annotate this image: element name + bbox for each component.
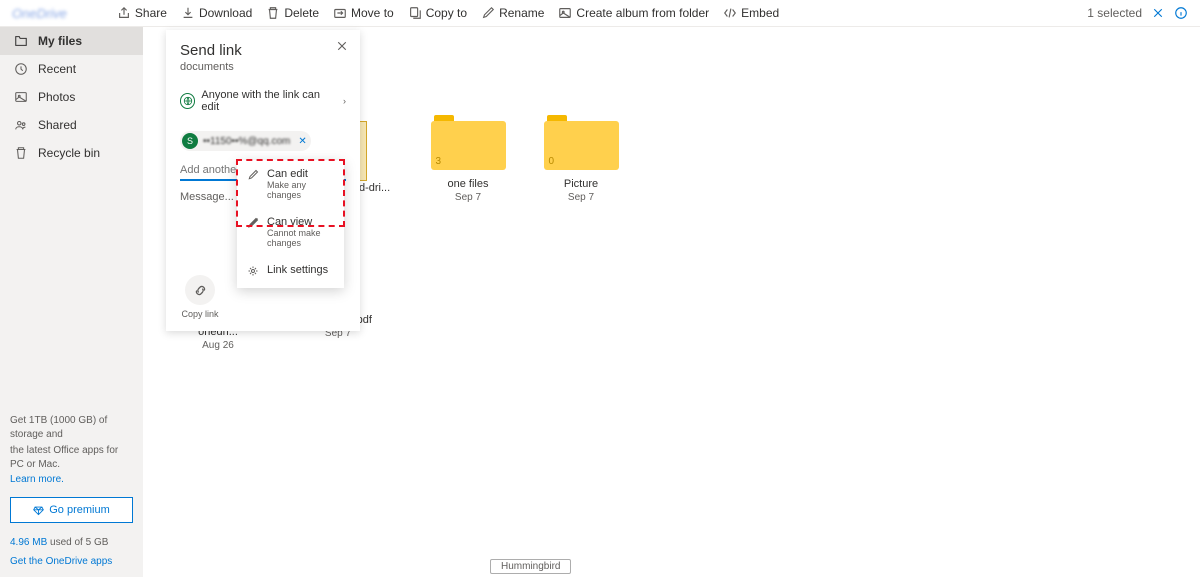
sidebar-item-label: My files bbox=[38, 34, 82, 48]
chevron-right-icon: › bbox=[343, 96, 346, 106]
close-selection-icon[interactable] bbox=[1152, 7, 1164, 19]
copy-icon bbox=[408, 6, 422, 20]
info-icon[interactable] bbox=[1174, 6, 1188, 20]
no-edit-icon bbox=[247, 217, 259, 229]
sidebar-item-myfiles[interactable]: My files bbox=[0, 27, 143, 55]
embed-button[interactable]: Embed bbox=[723, 6, 779, 20]
folder-item-picture[interactable]: 0 Picture Sep 7 bbox=[531, 115, 631, 203]
sidebar-item-label: Recent bbox=[38, 62, 76, 76]
watermark: Hummingbird bbox=[490, 559, 571, 574]
edit-icon bbox=[247, 169, 259, 181]
share-button[interactable]: Share bbox=[117, 6, 167, 20]
file-date: Aug 26 bbox=[168, 340, 268, 351]
permission-can-edit[interactable]: Can edit Make any changes bbox=[237, 160, 344, 208]
go-premium-button[interactable]: Go premium bbox=[10, 497, 133, 523]
globe-icon bbox=[180, 93, 195, 109]
link-scope-button[interactable]: Anyone with the link can edit › bbox=[180, 89, 346, 113]
remove-recipient-button[interactable]: ✕ bbox=[298, 136, 306, 147]
sidebar-item-label: Shared bbox=[38, 118, 77, 132]
sidebar: My files Recent Photos Shared Recycle bi… bbox=[0, 27, 143, 577]
copyto-button[interactable]: Copy to bbox=[408, 6, 467, 20]
learn-more-link[interactable]: Learn more. bbox=[10, 474, 133, 485]
toolbar-actions: Share Download Delete Move to Copy to Re… bbox=[117, 6, 779, 20]
edit-icon bbox=[481, 6, 495, 20]
file-name: one files bbox=[418, 178, 518, 190]
copy-link-label: Copy link bbox=[180, 309, 220, 319]
trash-icon bbox=[266, 6, 280, 20]
gear-icon bbox=[247, 265, 259, 277]
album-icon bbox=[558, 6, 572, 20]
sidebar-item-recycle[interactable]: Recycle bin bbox=[0, 139, 143, 167]
diamond-icon bbox=[33, 505, 44, 516]
copy-link-button[interactable] bbox=[185, 275, 215, 305]
permission-can-view[interactable]: Can view Cannot make changes bbox=[237, 208, 344, 256]
toolbar-right: 1 selected bbox=[1087, 6, 1188, 20]
toolbar: OneDrive Share Download Delete Move to C… bbox=[0, 0, 1200, 27]
moveto-icon bbox=[333, 6, 347, 20]
link-icon bbox=[193, 283, 208, 298]
download-button[interactable]: Download bbox=[181, 6, 252, 20]
get-apps-link[interactable]: Get the OneDrive apps bbox=[10, 556, 112, 567]
app-logo: OneDrive bbox=[12, 6, 117, 21]
embed-icon bbox=[723, 6, 737, 20]
sidebar-item-shared[interactable]: Shared bbox=[0, 111, 143, 139]
moveto-button[interactable]: Move to bbox=[333, 6, 394, 20]
people-icon bbox=[14, 118, 28, 132]
folder-item-onefiles[interactable]: 3 one files Sep 7 bbox=[418, 115, 518, 203]
file-date: Sep 7 bbox=[418, 192, 518, 203]
avatar: S bbox=[182, 133, 198, 149]
download-icon bbox=[181, 6, 195, 20]
photo-icon bbox=[14, 90, 28, 104]
selection-count: 1 selected bbox=[1087, 6, 1142, 20]
promo-text: Get 1TB (1000 GB) of storage and bbox=[10, 414, 133, 442]
sidebar-item-label: Photos bbox=[38, 90, 75, 104]
clock-icon bbox=[14, 62, 28, 76]
close-button[interactable] bbox=[336, 40, 348, 55]
createalbum-button[interactable]: Create album from folder bbox=[558, 6, 709, 20]
file-date: Sep 7 bbox=[531, 192, 631, 203]
sidebar-item-label: Recycle bin bbox=[38, 146, 100, 160]
dialog-subtitle: documents bbox=[180, 61, 346, 73]
sidebar-item-photos[interactable]: Photos bbox=[0, 83, 143, 111]
close-icon bbox=[336, 40, 348, 52]
file-name: d-dri... bbox=[359, 182, 390, 194]
recipient-email: ••1150••%@qq.com bbox=[203, 136, 290, 147]
sidebar-item-recent[interactable]: Recent bbox=[0, 55, 143, 83]
delete-button[interactable]: Delete bbox=[266, 6, 319, 20]
permission-dropdown: Can edit Make any changes Can view Canno… bbox=[237, 160, 344, 288]
folder-icon: 3 bbox=[431, 115, 506, 170]
permission-link-settings[interactable]: Link settings bbox=[237, 256, 344, 288]
rename-button[interactable]: Rename bbox=[481, 6, 544, 20]
promo-text: the latest Office apps for PC or Mac. bbox=[10, 444, 133, 472]
storage-usage: 4.96 MB used of 5 GB bbox=[10, 537, 133, 548]
file-name: Picture bbox=[531, 178, 631, 190]
folder-icon: 0 bbox=[544, 115, 619, 170]
share-icon bbox=[117, 6, 131, 20]
recipient-chip[interactable]: S ••1150••%@qq.com ✕ bbox=[180, 131, 311, 151]
trash-icon bbox=[14, 146, 28, 160]
dialog-title: Send link bbox=[180, 42, 346, 59]
folder-icon bbox=[14, 34, 28, 48]
sidebar-bottom: Get 1TB (1000 GB) of storage and the lat… bbox=[0, 404, 143, 577]
